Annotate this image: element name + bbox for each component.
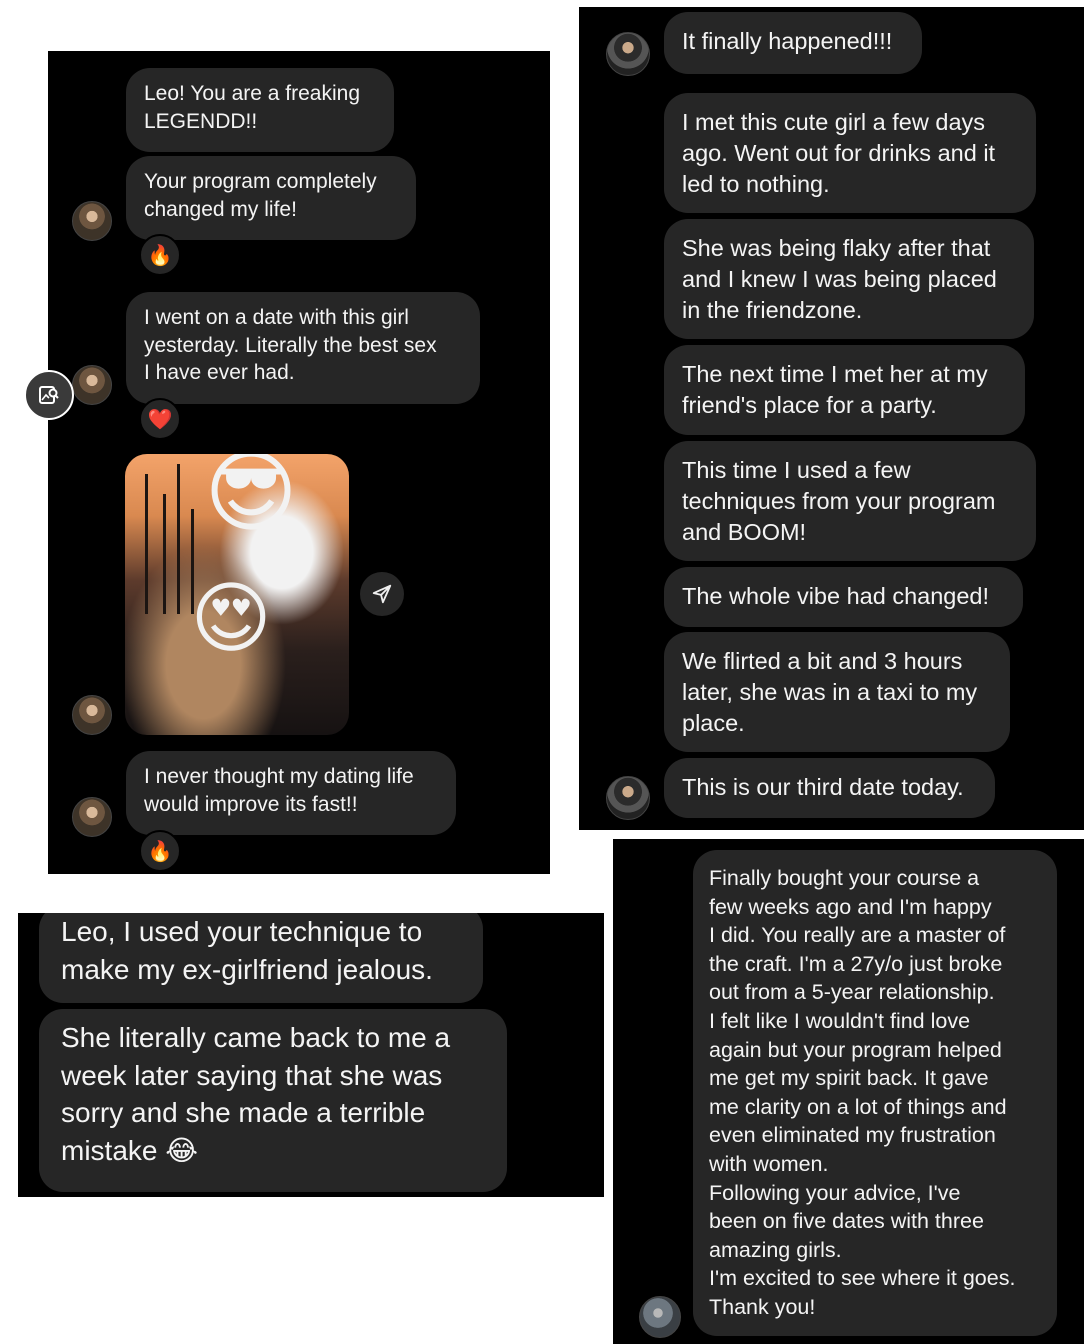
message-bubble: Leo! You are a freaking LEGENDD!! — [126, 68, 394, 152]
image-search-icon — [39, 386, 59, 404]
chat-panel-3: Leo, I used your technique to make my ex… — [18, 913, 604, 1197]
reaction-badge[interactable]: 🔥 — [139, 234, 181, 276]
heart-eyes-emoji-sticker: 😍 — [190, 573, 272, 662]
message-bubble: Your program completely changed my life! — [126, 156, 416, 240]
message-bubble: The whole vibe had changed! — [664, 567, 1023, 627]
chat-panel-1: Leo! You are a freaking LEGENDD!! Your p… — [48, 51, 550, 874]
sunglasses-emoji-sticker: 😎 — [204, 454, 298, 543]
message-bubble: She was being flaky after that and I kne… — [664, 219, 1034, 339]
message-bubble: We flirted a bit and 3 hours later, she … — [664, 632, 1010, 752]
message-bubble: This time I used a few techniques from y… — [664, 441, 1036, 561]
visual-search-button[interactable] — [24, 370, 74, 420]
message-bubble: The next time I met her at my friend's p… — [664, 345, 1025, 435]
message-bubble: She literally came back to me a week lat… — [39, 1009, 507, 1192]
user-avatar[interactable] — [639, 1296, 681, 1338]
message-bubble: I met this cute girl a few days ago. Wen… — [664, 93, 1036, 213]
message-bubble: Leo, I used your technique to make my ex… — [39, 913, 483, 1003]
message-bubble: It finally happened!!! — [664, 12, 922, 74]
shared-photo[interactable]: 😎 😍 — [125, 454, 349, 735]
chat-panel-2: It finally happened!!! I met this cute g… — [579, 7, 1084, 830]
reaction-badge[interactable]: ❤️ — [139, 398, 181, 440]
paper-plane-icon — [372, 584, 392, 604]
user-avatar[interactable] — [606, 776, 650, 820]
chat-panel-4: Finally bought your course a few weeks a… — [613, 839, 1084, 1344]
message-bubble: I went on a date with this girl yesterda… — [126, 292, 480, 404]
user-avatar[interactable] — [72, 201, 112, 241]
user-avatar[interactable] — [72, 797, 112, 837]
user-avatar[interactable] — [72, 365, 112, 405]
message-bubble: This is our third date today. — [664, 758, 995, 818]
share-button[interactable] — [360, 572, 404, 616]
message-bubble: Finally bought your course a few weeks a… — [693, 850, 1057, 1336]
user-avatar[interactable] — [72, 695, 112, 735]
reaction-badge[interactable]: 🔥 — [139, 830, 181, 872]
message-bubble: I never thought my dating life would imp… — [126, 751, 456, 835]
user-avatar[interactable] — [606, 32, 650, 76]
